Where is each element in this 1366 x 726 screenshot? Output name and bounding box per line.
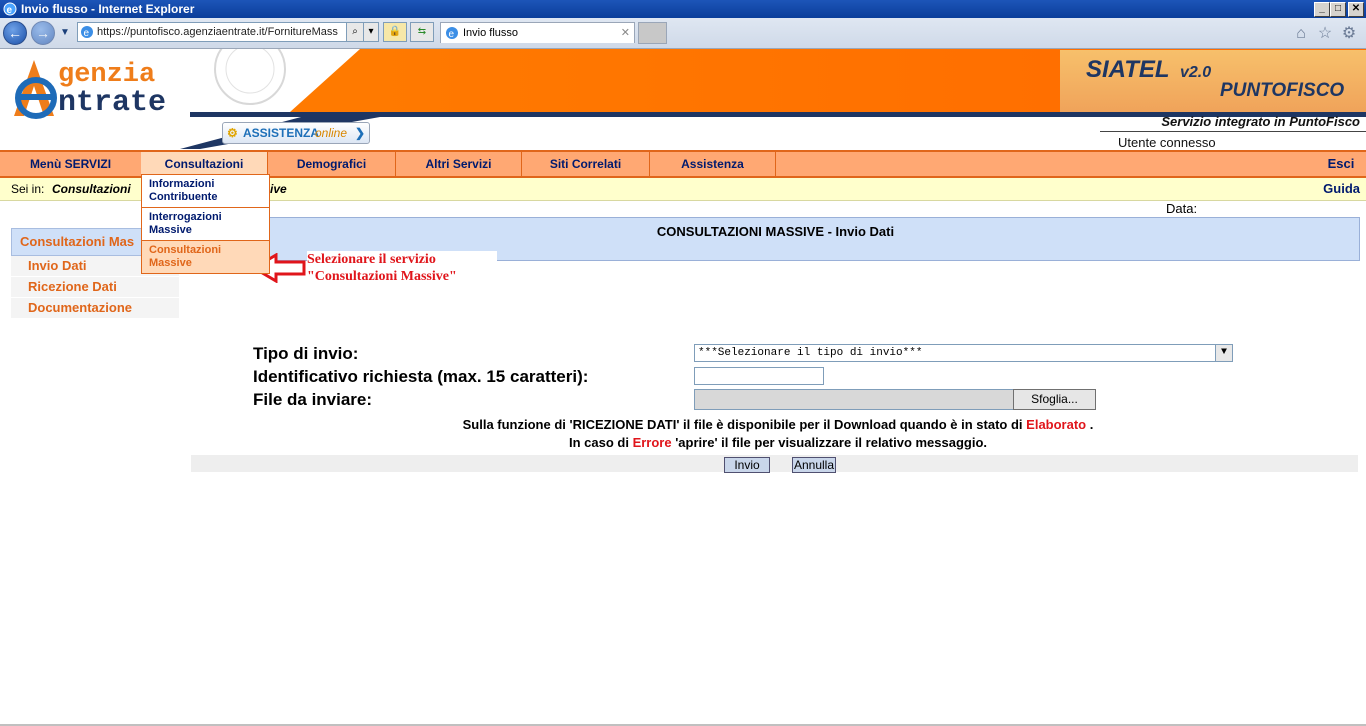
annotation-note: Selezionare il servizio "Consultazioni M… bbox=[307, 251, 497, 287]
siatel-logo: SIATEL v2.0 PUNTOFISCO bbox=[1060, 50, 1366, 112]
info1-text: Sulla funzione di 'RICEZIONE DATI' il fi… bbox=[462, 417, 1023, 432]
home-icon[interactable]: ⌂ bbox=[1292, 25, 1310, 43]
history-dropdown-icon[interactable]: ▼ bbox=[60, 27, 70, 38]
minimize-button[interactable]: _ bbox=[1314, 2, 1330, 17]
invio-button[interactable]: Invio bbox=[724, 457, 770, 473]
tab-invio-flusso[interactable]: e Invio flusso ✕ bbox=[440, 22, 635, 43]
lock-icon[interactable]: 🔒 bbox=[383, 22, 407, 42]
close-button[interactable]: ✕ bbox=[1348, 2, 1364, 17]
url-text: https://puntofisco.agenziaentrate.it/For… bbox=[97, 26, 338, 38]
agenzia-entrate-logo[interactable]: genzia ntrate bbox=[6, 56, 206, 122]
info1-elaborato: Elaborato bbox=[1026, 417, 1087, 432]
utente-connesso: Utente connesso bbox=[1118, 135, 1216, 150]
sfoglia-button[interactable]: Sfoglia... bbox=[1013, 389, 1096, 410]
dropdown-informazioni-contribuente[interactable]: Informazioni Contribuente bbox=[142, 175, 269, 208]
menu-siti-correlati[interactable]: Siti Correlati bbox=[522, 152, 650, 176]
chevron-right-icon: ❯ bbox=[354, 126, 365, 140]
breadcrumb-path[interactable]: Consultazioni bbox=[52, 178, 131, 200]
annotation-line1: Selezionare il servizio bbox=[307, 252, 436, 267]
ie-logo-icon: e bbox=[3, 2, 17, 16]
left-nav-documentazione[interactable]: Documentazione bbox=[11, 298, 179, 319]
tipo-invio-value: ***Selezionare il tipo di invio*** bbox=[698, 347, 923, 359]
file-label: File da inviare: bbox=[253, 390, 373, 409]
new-tab-button[interactable] bbox=[638, 22, 667, 44]
breadcrumb-prefix: Sei in: bbox=[11, 182, 45, 196]
info1-period: . bbox=[1089, 417, 1094, 432]
consultazioni-dropdown: Informazioni Contribuente Interrogazioni… bbox=[141, 174, 270, 274]
tipo-invio-label: Tipo di invio: bbox=[253, 344, 359, 363]
menu-demografici[interactable]: Demografici bbox=[268, 152, 396, 176]
left-nav-ricezione-dati[interactable]: Ricezione Dati bbox=[11, 277, 179, 298]
assistenza-online-button[interactable]: ⚙ ASSISTENZA online ❯ bbox=[222, 122, 370, 144]
svg-text:e: e bbox=[84, 28, 90, 39]
tab-close-icon[interactable]: ✕ bbox=[621, 23, 630, 43]
file-path-input[interactable] bbox=[694, 389, 1014, 410]
address-bar[interactable]: e https://puntofisco.agenziaentrate.it/Fo… bbox=[77, 22, 347, 42]
ie-page-icon: e bbox=[81, 26, 93, 39]
tipo-invio-select[interactable]: ***Selezionare il tipo di invio*** ▼ bbox=[694, 344, 1233, 362]
button-bar bbox=[191, 455, 1358, 472]
assistenza-sub: online bbox=[315, 126, 348, 140]
address-dropdown-icon[interactable]: ▾ bbox=[363, 22, 379, 42]
assistenza-label: ASSISTENZA bbox=[243, 126, 320, 140]
annulla-button[interactable]: Annulla bbox=[792, 457, 836, 473]
info-line-1: Sulla funzione di 'RICEZIONE DATI' il fi… bbox=[190, 417, 1366, 432]
dropdown-interrogazioni-massive[interactable]: Interrogazioni Massive bbox=[142, 208, 269, 241]
chevron-down-icon: ▼ bbox=[1215, 345, 1232, 361]
esci-link[interactable]: Esci bbox=[1320, 152, 1362, 176]
menu-altri-servizi[interactable]: Altri Servizi bbox=[396, 152, 522, 176]
info-line-2: In caso di Errore 'aprire' il file per v… bbox=[190, 435, 1366, 450]
svg-text:e: e bbox=[449, 29, 455, 40]
logo-mark-icon bbox=[14, 60, 57, 119]
siatel-title: SIATEL bbox=[1086, 56, 1170, 83]
info2-rest: 'aprire' il file per visualizzare il rel… bbox=[675, 435, 988, 450]
refresh-icon[interactable]: ⇆ bbox=[410, 22, 434, 42]
id-richiesta-label: Identificativo richiesta (max. 15 caratt… bbox=[253, 367, 589, 386]
tools-gear-icon[interactable]: ⚙ bbox=[1340, 25, 1358, 43]
tab-title: Invio flusso bbox=[463, 27, 519, 39]
maximize-button[interactable]: □ bbox=[1330, 2, 1346, 17]
id-richiesta-input[interactable] bbox=[694, 367, 824, 385]
window-title: Invio flusso - Internet Explorer bbox=[21, 2, 195, 16]
data-label: Data: bbox=[1166, 201, 1198, 216]
guida-link[interactable]: Guida bbox=[1323, 178, 1360, 200]
gear-icon: ⚙ bbox=[227, 126, 238, 140]
svg-text:e: e bbox=[7, 5, 13, 16]
siatel-subtitle: PUNTOFISCO bbox=[1220, 80, 1345, 101]
menu-servizi[interactable]: Menù SERVIZI bbox=[0, 152, 142, 176]
logo-line2: ntrate bbox=[58, 86, 167, 120]
window-titlebar: e Invio flusso - Internet Explorer _ □ ✕ bbox=[0, 0, 1366, 18]
dropdown-consultazioni-massive[interactable]: Consultazioni Massive bbox=[142, 241, 269, 273]
search-icon[interactable]: ⌕ bbox=[346, 22, 364, 42]
menu-consultazioni[interactable]: Consultazioni bbox=[141, 152, 268, 176]
tab-ie-icon: e bbox=[446, 27, 458, 40]
annotation-line2: "Consultazioni Massive" bbox=[307, 269, 457, 284]
back-icon[interactable]: ← bbox=[3, 21, 27, 45]
menu-assistenza[interactable]: Assistenza bbox=[650, 152, 776, 176]
service-text: Servizio integrato in PuntoFisco bbox=[1161, 114, 1360, 129]
breadcrumb-tail: ive bbox=[270, 182, 287, 196]
siatel-version: v2.0 bbox=[1180, 64, 1212, 81]
info2-text: In caso di bbox=[568, 435, 629, 450]
info2-errore: Errore bbox=[632, 435, 672, 450]
favorites-icon[interactable]: ☆ bbox=[1316, 25, 1334, 43]
forward-icon[interactable]: → bbox=[31, 21, 55, 45]
panel-title: CONSULTAZIONI MASSIVE - Invio Dati bbox=[656, 224, 895, 239]
utente-divider bbox=[1100, 131, 1366, 132]
